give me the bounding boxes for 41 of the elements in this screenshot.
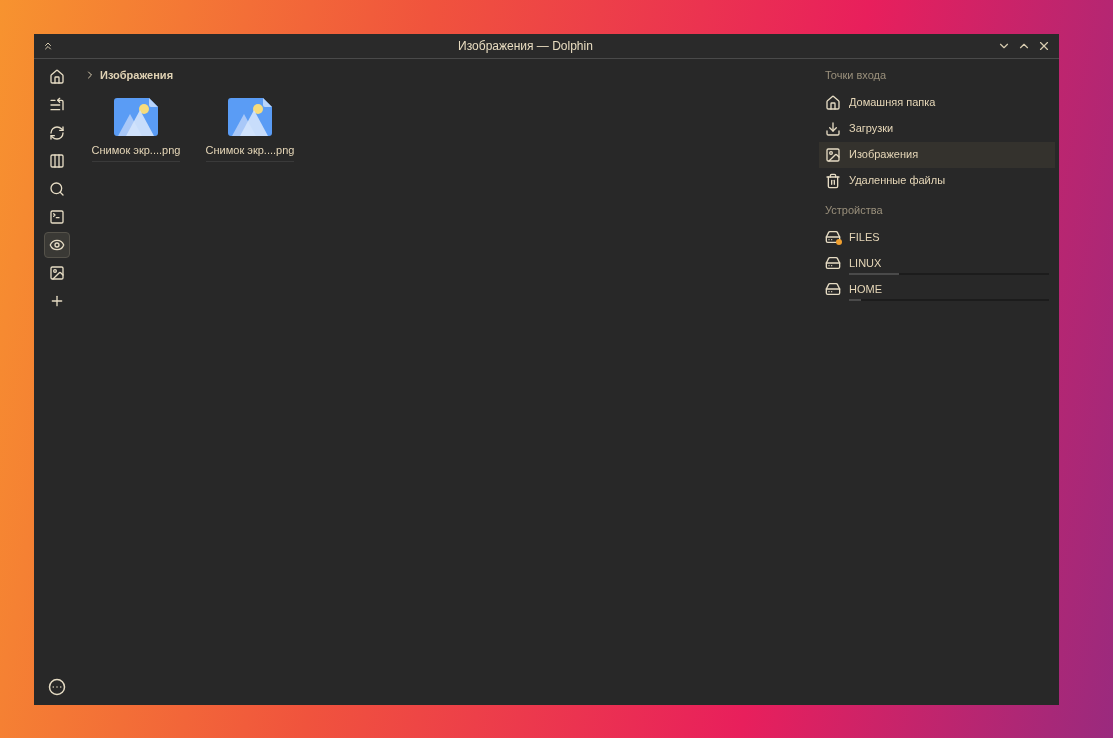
section-heading: Точки входа [824,68,888,83]
breadcrumb[interactable]: Изображения [100,67,174,84]
toolbar-button[interactable] [44,232,70,258]
place-item[interactable]: Удаленные файлы [819,167,1055,194]
eye-icon [49,237,65,253]
place-label: Загрузки [849,121,894,137]
file-name[interactable]: Снимок экр....png [91,141,181,162]
drive-icon [825,255,841,271]
place-label: Изображения [849,147,919,163]
image-file-icon [228,97,272,136]
section-heading: Устройства [824,202,884,218]
trash-icon [825,172,841,189]
place-item[interactable]: Домашняя папка [819,89,1055,116]
place-label: FILES [849,229,880,245]
close-icon[interactable] [1037,39,1051,53]
window-title: Изображения — Dolphin [458,38,593,55]
place-label: Удаленные файлы [849,173,946,189]
refresh-icon [49,125,65,141]
plus-icon [49,293,65,309]
more-icon[interactable] [48,678,66,696]
keep-above-icon[interactable] [42,40,54,52]
home-icon [49,69,65,85]
image-icon [49,265,65,281]
drive-icon [825,229,841,245]
image-icon [825,146,841,163]
drive-icon [825,281,841,297]
image-file-icon [114,97,158,136]
place-item[interactable]: Загрузки [819,115,1055,142]
download-icon [825,120,841,137]
terminal-icon [49,209,65,225]
place-label: Домашняя папка [849,95,936,111]
search-icon [49,181,65,197]
file-name[interactable]: Снимок экр....png [205,141,295,162]
place-item[interactable]: Изображения [819,141,1055,168]
home-icon [825,94,841,111]
place-label: HOME [849,281,882,297]
columns-icon [49,153,65,169]
place-item[interactable]: LINUX [819,250,1055,276]
place-label: LINUX [849,255,882,271]
place-item[interactable]: HOME [819,276,1055,302]
place-item[interactable]: FILES [819,224,1055,250]
